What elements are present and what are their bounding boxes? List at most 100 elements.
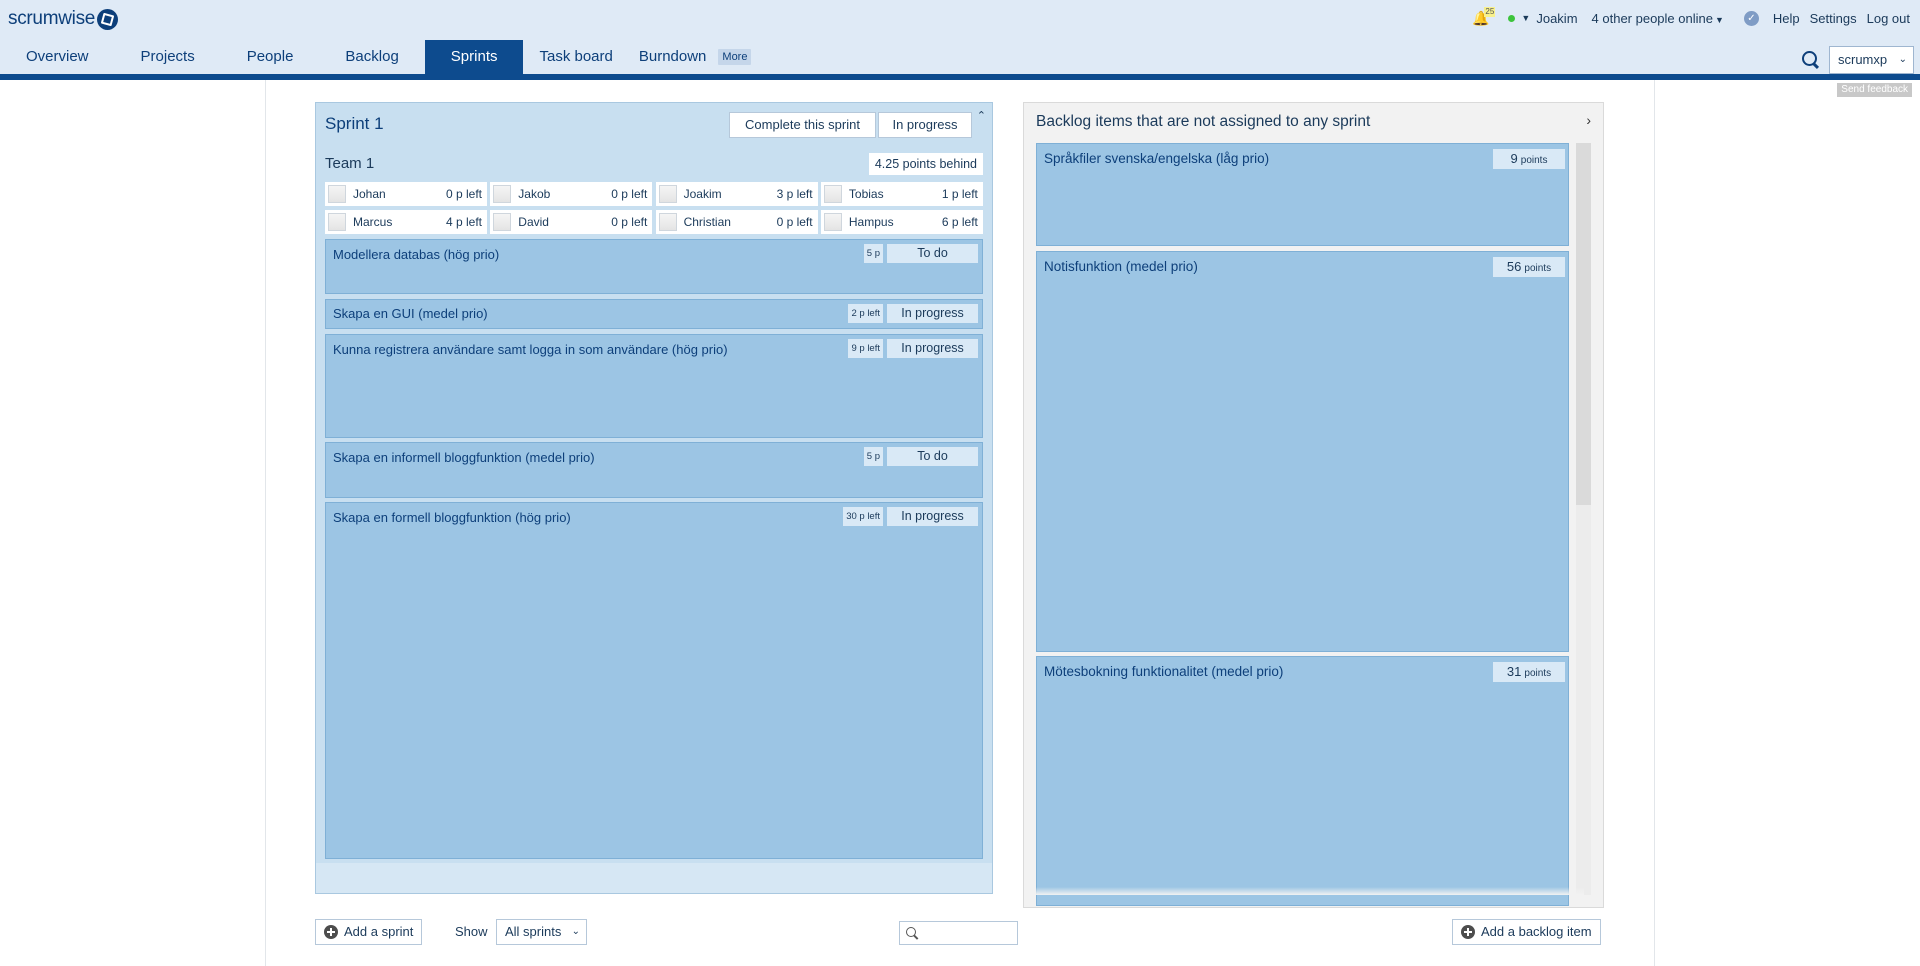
backlog-item[interactable]: Notisfunktion (medel prio) 56 points bbox=[1036, 251, 1569, 652]
member-card[interactable]: Hampus 6 p left bbox=[820, 210, 983, 234]
nav-backlog[interactable]: Backlog bbox=[319, 40, 424, 74]
member-points-left: 4 p left bbox=[445, 215, 482, 229]
online-users-menu[interactable]: 4 other people online ▼ bbox=[1592, 11, 1730, 26]
add-sprint-label: Add a sprint bbox=[344, 924, 414, 939]
check-status-icon[interactable]: ✓ bbox=[1743, 10, 1759, 26]
chevron-down-icon: ⌄ bbox=[571, 926, 580, 937]
member-name: Johan bbox=[353, 187, 386, 201]
member-points-left: 6 p left bbox=[941, 215, 978, 229]
backlog-panel-title: Backlog items that are not assigned to a… bbox=[1036, 113, 1371, 130]
chevron-down-icon: ▼ bbox=[1521, 13, 1531, 23]
search-icon[interactable] bbox=[1800, 49, 1820, 69]
avatar bbox=[328, 185, 346, 203]
member-card[interactable]: Johan 0 p left bbox=[325, 182, 487, 206]
story-points-badge: 5 p bbox=[863, 447, 883, 466]
story-status-button[interactable]: To do bbox=[887, 447, 978, 466]
story-status-button[interactable]: In progress bbox=[887, 507, 978, 526]
plus-circle-icon bbox=[1461, 925, 1475, 939]
sprint-panel: Sprint 1 Complete this sprint In progres… bbox=[315, 102, 993, 894]
scrollbar-thumb[interactable] bbox=[1576, 143, 1591, 505]
avatar bbox=[658, 213, 677, 231]
plus-circle-icon bbox=[324, 925, 338, 939]
member-card[interactable]: Tobias 1 p left bbox=[820, 182, 983, 206]
story-points-badge: 5 p bbox=[863, 244, 883, 263]
add-backlog-item-button[interactable]: Add a backlog item bbox=[1452, 919, 1601, 945]
points-unit: points bbox=[1524, 668, 1552, 679]
sprint-story[interactable]: Skapa en informell bloggfunktion (medel … bbox=[325, 442, 983, 498]
nav-overview[interactable]: Overview bbox=[0, 40, 115, 74]
sprint-title[interactable]: Sprint 1 bbox=[325, 114, 384, 134]
sprint-story[interactable]: Kunna registrera användare samt logga in… bbox=[325, 334, 983, 438]
points-unit: points bbox=[1524, 263, 1552, 274]
unassigned-backlog-panel: Backlog items that are not assigned to a… bbox=[1023, 102, 1604, 908]
backlog-scrollbar[interactable] bbox=[1576, 143, 1591, 895]
sprint-status-button[interactable]: In progress bbox=[878, 112, 972, 138]
member-card[interactable]: Jakob 0 p left bbox=[490, 182, 653, 206]
settings-link[interactable]: Settings bbox=[1810, 11, 1857, 26]
backlog-item[interactable]: Språkfiler svenska/engelska (låg prio) 9… bbox=[1036, 143, 1569, 246]
backlog-fade bbox=[1024, 887, 1584, 895]
help-link[interactable]: Help bbox=[1773, 11, 1800, 26]
chevron-right-icon[interactable]: › bbox=[1586, 112, 1591, 128]
filter-search-input[interactable] bbox=[899, 921, 1018, 945]
sprint-story[interactable]: Skapa en formell bloggfunktion (hög prio… bbox=[325, 502, 983, 859]
online-users-text: 4 other people online bbox=[1591, 10, 1713, 26]
story-status-button[interactable]: In progress bbox=[887, 339, 978, 358]
project-select[interactable]: scrumxp ⌄ bbox=[1829, 46, 1914, 74]
member-name: David bbox=[518, 215, 549, 229]
add-sprint-button[interactable]: Add a sprint bbox=[315, 919, 423, 945]
notifications-count: 25 bbox=[1484, 6, 1496, 17]
backlog-item[interactable]: Mötesbokning funktionalitet (medel prio)… bbox=[1036, 656, 1569, 906]
avatar bbox=[493, 185, 512, 203]
logo-mark-icon bbox=[97, 8, 119, 30]
send-feedback-button[interactable]: Send feedback bbox=[1837, 83, 1912, 97]
member-card[interactable]: Joakim 3 p left bbox=[655, 182, 818, 206]
scrumwise-logo[interactable]: scrumwise bbox=[8, 7, 119, 31]
avatar bbox=[823, 213, 842, 231]
backlog-item-points: 56 points bbox=[1493, 257, 1565, 277]
member-card[interactable]: Christian 0 p left bbox=[655, 210, 818, 234]
nav-sprints[interactable]: Sprints bbox=[424, 40, 524, 74]
sprint-story[interactable]: Skapa en GUI (medel prio) 2 p left In pr… bbox=[325, 299, 983, 329]
member-points-left: 1 p left bbox=[941, 187, 978, 201]
member-points-left: 0 p left bbox=[776, 215, 813, 229]
backlog-item-points: 9 points bbox=[1493, 149, 1565, 169]
story-points-badge: 9 p left bbox=[848, 339, 883, 358]
main-nav: Overview Projects People Backlog Sprints… bbox=[0, 40, 752, 74]
nav-task-board[interactable]: Task board bbox=[523, 40, 628, 74]
backlog-item-points: 31 points bbox=[1493, 662, 1565, 682]
nav-more-button[interactable]: More bbox=[718, 49, 752, 65]
logout-link[interactable]: Log out bbox=[1867, 11, 1910, 26]
collapse-caret-icon[interactable]: ⌃ bbox=[977, 109, 986, 122]
add-backlog-item-label: Add a backlog item bbox=[1481, 924, 1592, 939]
team-behind-badge: 4.25 points behind bbox=[868, 153, 983, 175]
sprint-filter-value: All sprints bbox=[505, 924, 562, 939]
notifications-bell-icon[interactable]: 🔔 25 bbox=[1472, 6, 1496, 26]
nav-projects[interactable]: Projects bbox=[115, 40, 221, 74]
member-points-left: 0 p left bbox=[445, 187, 482, 201]
user-menu[interactable]: ▼ Joakim bbox=[1508, 10, 1578, 26]
story-status-button[interactable]: In progress bbox=[887, 304, 978, 323]
sprint-filter-select[interactable]: All sprints ⌄ bbox=[496, 919, 587, 945]
story-title: Skapa en informell bloggfunktion (medel … bbox=[333, 450, 595, 465]
member-points-left: 0 p left bbox=[611, 187, 648, 201]
nav-people[interactable]: People bbox=[221, 40, 320, 74]
backlog-item-title: Mötesbokning funktionalitet (medel prio) bbox=[1044, 664, 1284, 679]
complete-sprint-button[interactable]: Complete this sprint bbox=[729, 112, 876, 138]
story-points-badge: 30 p left bbox=[843, 507, 883, 526]
user-name: Joakim bbox=[1536, 10, 1578, 26]
member-name: Jakob bbox=[518, 187, 551, 201]
sprint-story[interactable]: Modellera databas (hög prio) 5 p To do bbox=[325, 239, 983, 294]
story-status-button[interactable]: To do bbox=[887, 244, 978, 263]
backlog-item-title: Notisfunktion (medel prio) bbox=[1044, 259, 1198, 274]
story-title: Modellera databas (hög prio) bbox=[333, 247, 500, 262]
points-value: 56 bbox=[1506, 259, 1522, 274]
avatar bbox=[328, 213, 346, 231]
avatar bbox=[658, 185, 677, 203]
nav-burndown[interactable]: Burndown bbox=[629, 40, 717, 74]
member-card[interactable]: Marcus 4 p left bbox=[325, 210, 487, 234]
member-card[interactable]: David 0 p left bbox=[490, 210, 653, 234]
story-title: Skapa en formell bloggfunktion (hög prio… bbox=[333, 510, 571, 525]
avatar bbox=[493, 213, 512, 231]
team-name: Team 1 bbox=[325, 155, 375, 172]
